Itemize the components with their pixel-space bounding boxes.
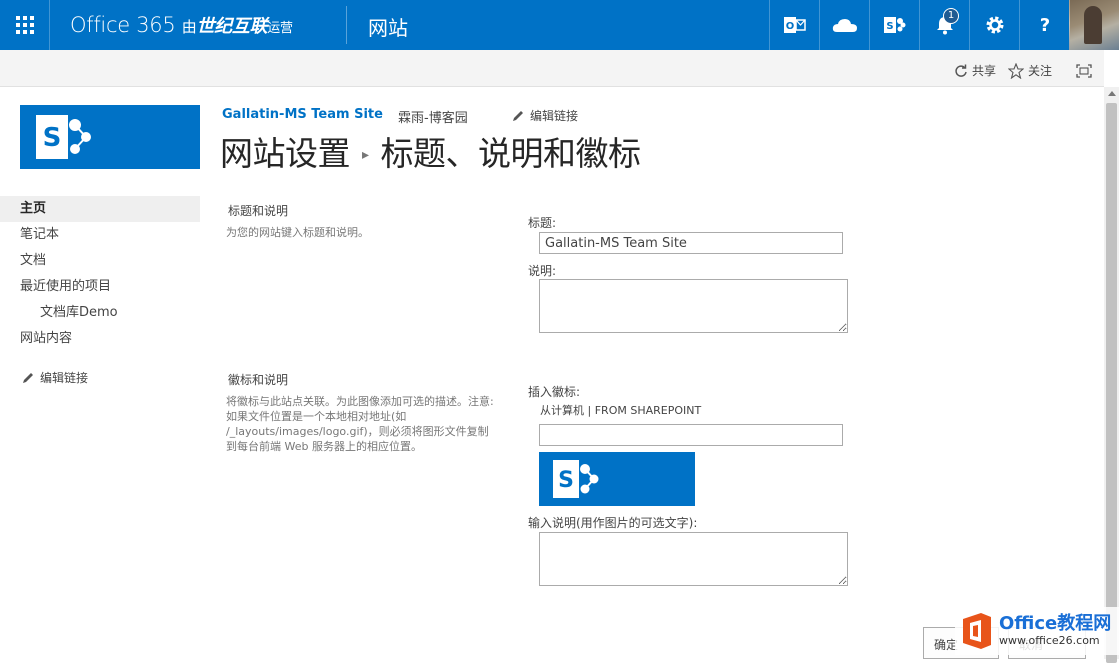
office365-brand[interactable]: Office 365 由世纪互联运营 <box>70 12 293 38</box>
sharepoint-logo-icon: S <box>553 460 599 498</box>
description-textarea[interactable] <box>539 279 848 333</box>
share-label: 共享 <box>971 64 996 78</box>
title-parent-link[interactable]: 网站设置 <box>220 127 351 175</box>
nav-item-recent[interactable]: 最近使用的项目 <box>0 274 200 300</box>
notification-badge: 1 <box>943 8 959 24</box>
nav-edit-links-label: 编辑链接 <box>40 371 89 385</box>
pencil-icon <box>513 110 523 121</box>
onedrive-icon[interactable] <box>819 0 869 50</box>
nav-item-doclib-demo[interactable]: 文档库Demo <box>0 300 200 326</box>
app-launcher-button[interactable] <box>0 0 50 50</box>
watermark-title: Office教程网 <box>999 613 1112 634</box>
sharepoint-icon[interactable]: S <box>869 0 919 50</box>
breadcrumb-separator-icon: ▸ <box>362 147 369 163</box>
vertical-scrollbar[interactable] <box>1104 87 1119 663</box>
avatar[interactable] <box>1069 0 1119 50</box>
office-logo-icon <box>959 611 995 651</box>
scroll-up-icon[interactable] <box>1108 91 1116 96</box>
logo-source-links: 从计算机 | FROM SHAREPOINT <box>540 402 701 418</box>
focus-button[interactable] <box>1076 63 1092 78</box>
alt-text-label: 输入说明(用作图片的可选文字): <box>528 516 698 530</box>
edit-links-label: 编辑链接 <box>530 109 579 123</box>
nav-item-site-contents[interactable]: 网站内容 <box>0 326 200 352</box>
star-icon <box>1007 62 1024 79</box>
alt-text-textarea[interactable] <box>539 532 848 586</box>
svg-text:O: O <box>785 21 794 32</box>
suite-divider <box>346 6 347 44</box>
quick-launch: 主页 笔记本 文档 最近使用的项目 文档库Demo 网站内容 <box>0 196 200 352</box>
ribbon: 共享 关注 <box>0 50 1104 87</box>
brand-operate: 运营 <box>267 21 293 36</box>
top-edit-links[interactable]: 编辑链接 <box>512 107 578 124</box>
desc-label: 说明: <box>528 264 557 278</box>
nav-edit-links[interactable]: 编辑链接 <box>22 369 88 386</box>
title-label: 标题: <box>528 216 557 230</box>
site-link[interactable]: 网站 <box>368 12 408 41</box>
outlook-icon[interactable]: O <box>769 0 819 50</box>
watermark-url: www.office26.com <box>999 634 1100 647</box>
site-logo[interactable]: S <box>20 105 200 169</box>
nav-item-documents[interactable]: 文档 <box>0 248 200 274</box>
notifications-button[interactable]: 1 <box>919 0 969 50</box>
scroll-thumb[interactable] <box>1106 103 1117 663</box>
title-desc-heading: 标题和说明 <box>228 204 289 218</box>
follow-label: 关注 <box>1027 64 1052 78</box>
share-button[interactable]: 共享 <box>954 62 996 79</box>
pencil-icon <box>23 372 33 383</box>
svg-text:S: S <box>886 21 893 32</box>
watermark: Office教程网 www.office26.com <box>955 607 1119 655</box>
logo-preview: S <box>539 452 695 506</box>
help-button[interactable]: ? <box>1019 0 1069 50</box>
source-separator: | <box>587 404 592 417</box>
from-computer-link[interactable]: 从计算机 <box>540 404 584 417</box>
brand-by: 由 <box>181 18 197 36</box>
focus-icon <box>1076 63 1092 78</box>
breadcrumb-blog-link[interactable]: 霖雨-博客园 <box>398 107 468 126</box>
svg-text:S: S <box>43 123 62 153</box>
logo-heading: 徽标和说明 <box>228 373 289 387</box>
from-sharepoint-link[interactable]: FROM SHAREPOINT <box>595 404 701 417</box>
svg-text:S: S <box>558 468 574 493</box>
suite-bar: Office 365 由世纪互联运营 网站 O S 1 ? <box>0 0 1119 50</box>
insert-logo-label: 插入徽标: <box>528 385 581 399</box>
page-title: 网站设置 ▸ 标题、说明和徽标 <box>220 127 641 175</box>
title-desc-description: 为您的网站键入标题和说明。 <box>226 226 369 239</box>
title-current: 标题、说明和徽标 <box>380 134 642 173</box>
svg-text:?: ? <box>1039 15 1049 35</box>
waffle-icon <box>15 16 34 34</box>
breadcrumb-site-name[interactable]: Gallatin-MS Team Site <box>222 107 383 122</box>
logo-description: 将徽标与此站点关联。为此图像添加可选的描述。注意: 如果文件位置是一个本地相对地… <box>226 395 494 453</box>
gear-icon <box>986 16 1003 34</box>
sharepoint-logo-icon: S <box>36 115 91 159</box>
brand-company: 世纪互联 <box>196 16 268 37</box>
nav-item-home[interactable]: 主页 <box>0 196 200 222</box>
suite-icons: O S 1 ? <box>769 0 1069 50</box>
share-icon <box>955 64 967 77</box>
settings-button[interactable] <box>969 0 1019 50</box>
follow-button[interactable]: 关注 <box>1007 62 1052 79</box>
brand-office: Office 365 <box>70 13 176 37</box>
title-input[interactable] <box>539 232 843 254</box>
logo-url-input[interactable] <box>539 424 843 446</box>
nav-item-notebook[interactable]: 笔记本 <box>0 222 200 248</box>
question-icon: ? <box>1039 15 1049 35</box>
